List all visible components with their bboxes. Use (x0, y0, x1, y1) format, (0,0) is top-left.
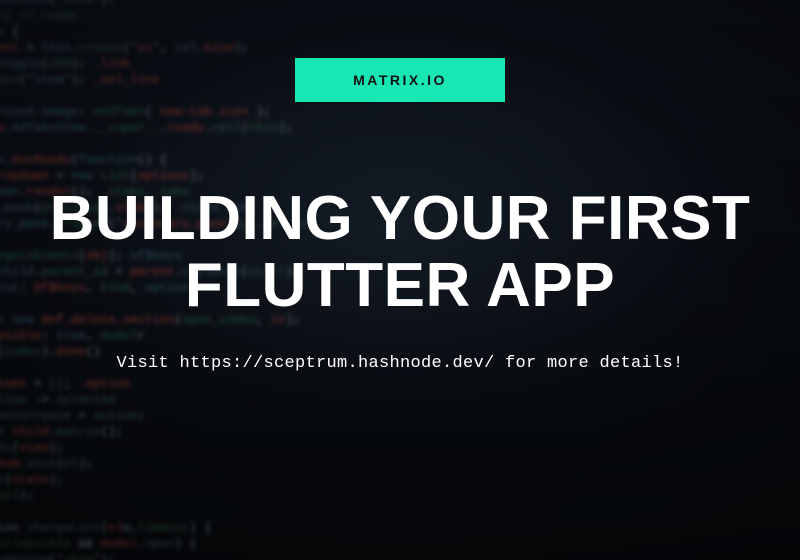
brand-badge: MATRIX.IO (295, 58, 505, 102)
hero-content: MATRIX.IO BUILDING YOUR FIRST FLUTTER AP… (0, 0, 800, 560)
brand-label: MATRIX.IO (353, 72, 447, 88)
subtitle: Visit https://sceptrum.hashnode.dev/ for… (116, 354, 683, 373)
headline: BUILDING YOUR FIRST FLUTTER APP (0, 186, 800, 320)
